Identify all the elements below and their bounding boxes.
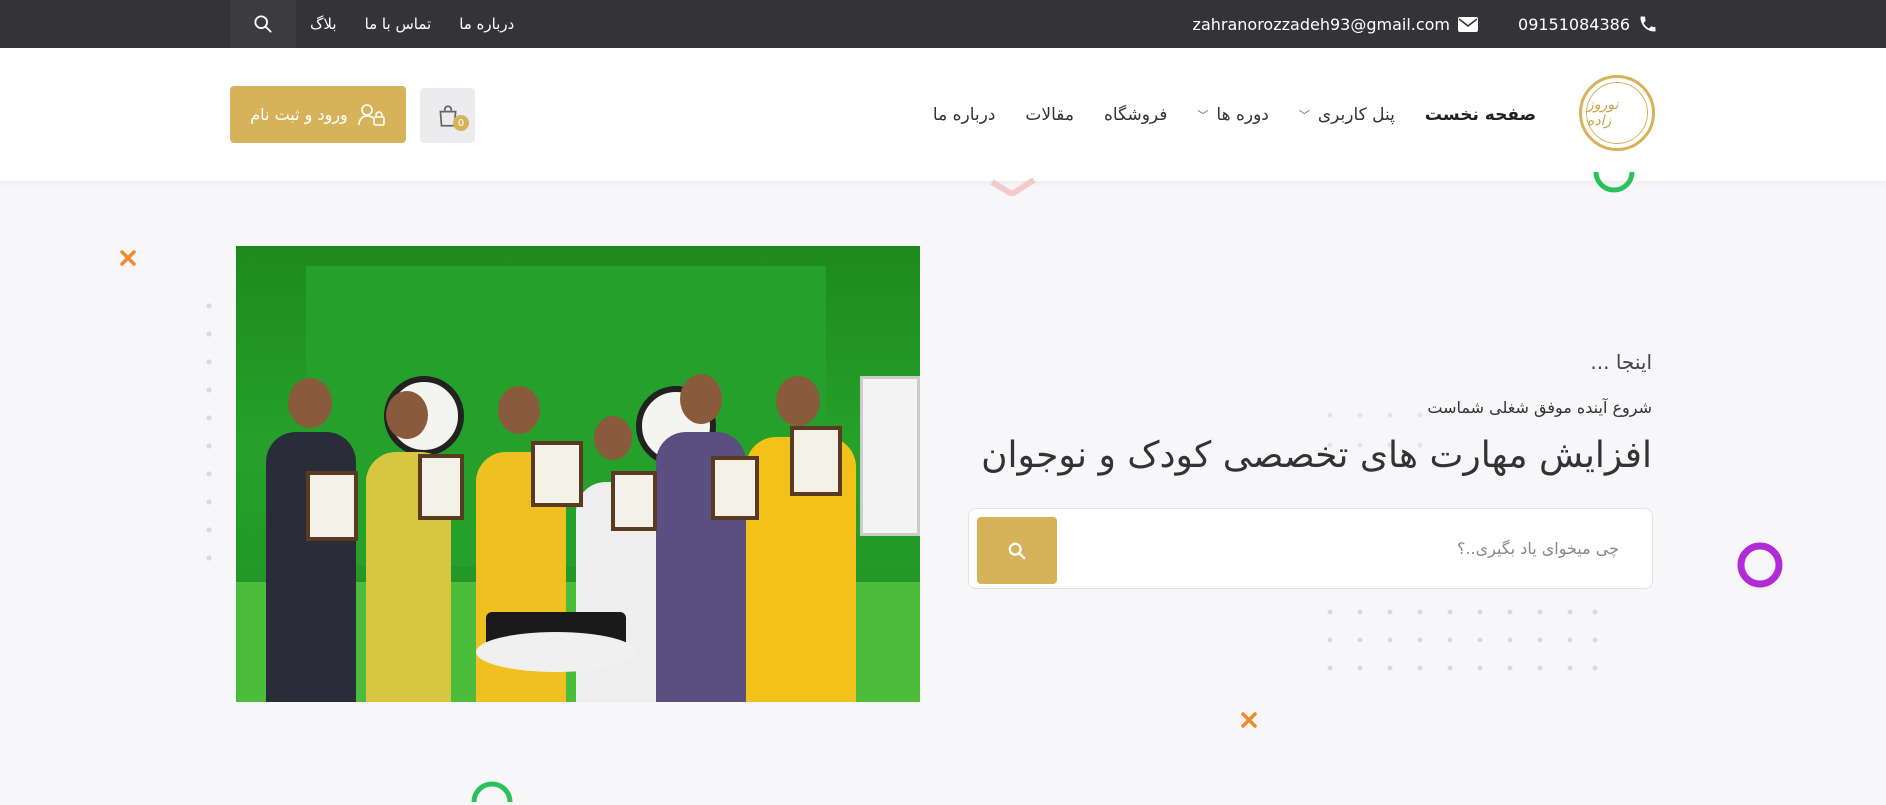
purple-ring-decoration: [1737, 542, 1783, 588]
email-text: zahranorozzadeh93@gmail.com: [1192, 14, 1451, 34]
user-lock-icon: [357, 103, 385, 126]
nav-label: مقالات: [1025, 104, 1074, 125]
photo-head: [594, 416, 632, 460]
nav-item-about[interactable]: درباره ما: [933, 105, 996, 125]
certificate: [306, 471, 358, 541]
search-icon: [254, 15, 272, 33]
pink-shape-decoration: [990, 178, 1036, 196]
login-label: ورود و ثبت نام: [250, 105, 348, 124]
cart-button[interactable]: 0: [420, 88, 475, 143]
green-ring-decoration: [471, 781, 513, 803]
photo-head: [386, 391, 428, 439]
login-register-button[interactable]: ورود و ثبت نام: [230, 86, 406, 143]
top-bar: درباره ما تماس با ما بلاگ zahranorozzade…: [0, 0, 1886, 48]
top-contact: zahranorozzadeh93@gmail.com 09151084386: [1193, 0, 1658, 48]
cart-count-badge: 0: [453, 115, 469, 131]
green-ring-decoration: [1593, 171, 1635, 193]
nav-item-shop[interactable]: فروشگاه: [1104, 105, 1167, 125]
hero-image: [236, 246, 920, 702]
nav-item-user-panel[interactable]: پنل کاربری ﹀: [1299, 105, 1395, 125]
chevron-down-icon: ﹀: [1197, 108, 1209, 122]
top-phone[interactable]: 09151084386: [1518, 14, 1658, 34]
certificate: [711, 456, 759, 520]
certificate: [790, 426, 842, 496]
envelope-icon: [1458, 16, 1479, 32]
hero-text: اینجا ... شروع آینده موفق شغلی شماست افز…: [952, 350, 1652, 476]
certificate: [418, 454, 464, 520]
orange-x-decoration: [120, 250, 136, 266]
photo-head: [776, 376, 820, 426]
top-link-contact[interactable]: تماس با ما: [365, 15, 432, 33]
round-table: [476, 632, 636, 672]
main-header: نوروز زاده صفحه نخست پنل کاربری ﹀ دوره ها…: [0, 48, 1886, 181]
main-nav: صفحه نخست پنل کاربری ﹀ دوره ها ﹀ فروشگاه م…: [933, 48, 1536, 181]
nav-item-home[interactable]: صفحه نخست: [1425, 105, 1536, 125]
nav-item-courses[interactable]: دوره ها ﹀: [1197, 105, 1268, 125]
search-submit-button[interactable]: [977, 517, 1057, 584]
top-email[interactable]: zahranorozzadeh93@gmail.com: [1192, 14, 1479, 34]
phone-icon: [1640, 16, 1656, 32]
photo-head: [498, 386, 540, 434]
photo-head: [680, 374, 722, 424]
logo-text: نوروز زاده: [1586, 82, 1648, 144]
nav-label: فروشگاه: [1103, 104, 1168, 125]
top-links: درباره ما تماس با ما بلاگ: [310, 0, 514, 48]
phone-text: 09151084386: [1518, 14, 1630, 34]
search-icon: [1008, 542, 1026, 559]
dot-grid-decoration: [206, 303, 212, 561]
hero-subtitle: شروع آینده موفق شغلی شماست: [1427, 398, 1652, 417]
top-search-button[interactable]: [230, 0, 296, 48]
site-logo[interactable]: نوروز زاده: [1579, 75, 1655, 151]
search-input[interactable]: [1069, 509, 1629, 588]
top-link-about[interactable]: درباره ما: [459, 15, 514, 33]
nav-label: پنل کاربری: [1317, 104, 1395, 125]
hero-kicker: اینجا ...: [1590, 350, 1652, 374]
photo-head: [288, 378, 332, 428]
nav-label: درباره ما: [932, 104, 996, 125]
hero-title: افزایش مهارت های تخصصی کودک و نوجوان: [981, 435, 1652, 476]
certificate: [611, 471, 657, 531]
nav-item-articles[interactable]: مقالات: [1025, 105, 1074, 125]
nav-label: دوره ها: [1216, 104, 1269, 125]
certificate: [531, 441, 583, 507]
orange-x-decoration: [1241, 712, 1257, 728]
whiteboard: [860, 376, 920, 536]
nav-label: صفحه نخست: [1424, 104, 1536, 125]
top-link-blog[interactable]: بلاگ: [310, 15, 337, 33]
dot-grid-decoration: [1327, 609, 1598, 671]
course-search: [968, 508, 1653, 589]
chevron-down-icon: ﹀: [1298, 108, 1310, 122]
